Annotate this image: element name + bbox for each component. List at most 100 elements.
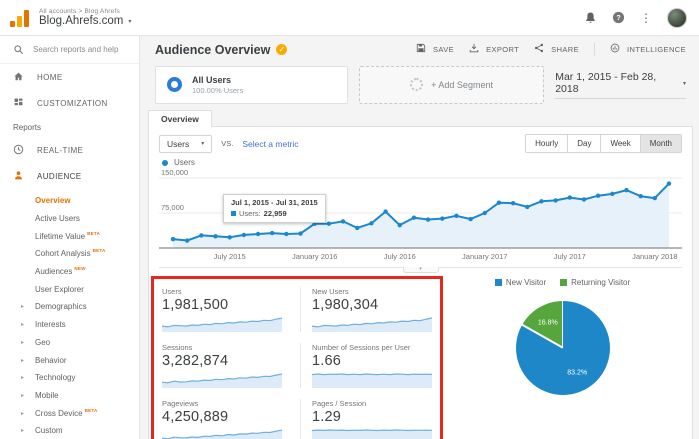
help-icon[interactable]: ?: [612, 11, 625, 24]
legend-square-icon: [495, 279, 502, 286]
notifications-bell-icon[interactable]: [584, 11, 597, 24]
chart-point: [454, 214, 458, 218]
pie-slice-value-label: 83.2%: [567, 370, 587, 377]
save-icon: [416, 43, 429, 56]
sidebar-item-label: Active Users: [35, 214, 80, 223]
avatar[interactable]: [667, 8, 687, 28]
sidebar-item-label: Mobile: [35, 391, 59, 400]
chart-point: [497, 201, 501, 205]
tooltip-series-square-icon: [231, 211, 236, 216]
chart-collapse-toggle[interactable]: ▾: [403, 267, 439, 273]
sidebar-item-active-users[interactable]: Active Users: [0, 210, 139, 228]
pie-slice-value-label: 16.8%: [538, 319, 558, 326]
page-title: Audience Overview ✓: [155, 43, 287, 57]
sidebar-item-label: AUDIENCE: [37, 172, 82, 181]
date-range-picker[interactable]: Mar 1, 2015 - Feb 28, 2018 ▾: [555, 71, 686, 99]
account-switcher[interactable]: Blog.Ahrefs.com ▾: [39, 15, 131, 27]
chart-point: [369, 221, 373, 225]
search-bar[interactable]: [0, 36, 139, 64]
badge-beta: BETA: [87, 231, 100, 236]
tab-overview[interactable]: Overview: [148, 110, 212, 127]
sidebar-item-customization[interactable]: CUSTOMIZATION: [0, 90, 139, 116]
scorecard-number-of-sessions-per-user[interactable]: Number of Sessions per User1.66: [300, 343, 438, 388]
sidebar-item-cross-device[interactable]: ▸Cross DeviceBETA: [0, 404, 139, 422]
scorecard-sparkline: [312, 427, 432, 439]
sidebar: HOMECUSTOMIZATION Reports REAL-TIMEAUDIE…: [0, 36, 140, 439]
x-axis-tick-label: January 2016: [292, 252, 337, 261]
metric-dropdown[interactable]: Users ▾: [159, 135, 212, 153]
chart-point: [525, 205, 529, 209]
granularity-month[interactable]: Month: [640, 135, 681, 152]
scorecard-pages-session[interactable]: Pages / Session1.29: [300, 399, 438, 439]
save-button[interactable]: SAVE: [416, 43, 454, 56]
verified-check-badge: ✓: [276, 44, 287, 55]
sidebar-item-audiences[interactable]: AudiencesNEW: [0, 263, 139, 281]
chevron-down-icon: ▾: [201, 140, 204, 147]
segment-detail: 100.00% Users: [192, 86, 243, 95]
chart-point: [213, 234, 217, 238]
select-metric-link[interactable]: Select a metric: [242, 139, 298, 149]
pie-legend-new-visitor[interactable]: New Visitor: [495, 278, 546, 287]
granularity-day[interactable]: Day: [567, 135, 600, 152]
timeseries-chart[interactable]: Users 75,000150,000July 2015January 2016…: [159, 153, 682, 268]
scorecard-pageviews[interactable]: Pageviews4,250,889: [162, 399, 300, 439]
segment-name: All Users: [192, 75, 243, 85]
sidebar-item-home[interactable]: HOME: [0, 64, 139, 90]
y-axis-tick-label: 150,000: [161, 170, 188, 177]
scorecard-new-users[interactable]: New Users1,980,304: [300, 287, 438, 332]
sidebar-item-label: Geo: [35, 338, 50, 347]
scorecard-label: Sessions: [162, 343, 292, 352]
account-name: Blog.Ahrefs.com: [39, 15, 123, 27]
export-button[interactable]: EXPORT: [469, 43, 519, 56]
tooltip-date-range: Jul 1, 2015 - Jul 31, 2015: [231, 198, 318, 207]
granularity-hourly[interactable]: Hourly: [526, 135, 567, 152]
chart-point: [242, 233, 246, 237]
scorecard-sparkline: [162, 427, 282, 439]
sidebar-item-mobile[interactable]: ▸Mobile: [0, 387, 139, 405]
segment-all-users[interactable]: All Users 100.00% Users: [155, 66, 348, 104]
sidebar-item-real-time[interactable]: REAL-TIME: [0, 137, 139, 163]
sidebar-item-audience[interactable]: AUDIENCE: [0, 163, 139, 189]
sidebar-item-label: CUSTOMIZATION: [37, 99, 108, 108]
sidebar-item-geo[interactable]: ▸Geo: [0, 334, 139, 352]
search-input[interactable]: [33, 45, 133, 54]
chart-point: [653, 196, 657, 200]
sidebar-item-label: Cross Device: [35, 409, 83, 418]
share-button[interactable]: SHARE: [534, 43, 579, 56]
sidebar-item-behavior[interactable]: ▸Behavior: [0, 351, 139, 369]
search-icon: [13, 44, 24, 55]
sidebar-item-overview[interactable]: Overview: [0, 192, 139, 210]
sidebar-item-cohort-analysis[interactable]: Cohort AnalysisBETA: [0, 245, 139, 263]
sidebar-item-interests[interactable]: ▸Interests: [0, 316, 139, 334]
users-series-dot-icon: [162, 160, 168, 166]
sidebar-item-technology[interactable]: ▸Technology: [0, 369, 139, 387]
sidebar-item-user-explorer[interactable]: User Explorer: [0, 280, 139, 298]
chart-point: [624, 188, 628, 192]
pie-legend-returning-visitor[interactable]: Returning Visitor: [560, 278, 630, 287]
badge-beta: BETA: [85, 408, 98, 413]
more-vertical-icon[interactable]: ⋮: [640, 11, 652, 25]
chart-point: [638, 194, 642, 198]
sidebar-item-demographics[interactable]: ▸Demographics: [0, 298, 139, 316]
intelligence-button[interactable]: INTELLIGENCE: [610, 43, 686, 56]
breadcrumb[interactable]: All accounts > Blog Ahrefs: [39, 8, 131, 15]
sidebar-item-custom[interactable]: ▸Custom: [0, 422, 139, 439]
app-top-bar: All accounts > Blog Ahrefs Blog.Ahrefs.c…: [0, 0, 699, 36]
sidebar-item-lifetime-value[interactable]: Lifetime ValueBETA: [0, 227, 139, 245]
granularity-week[interactable]: Week: [600, 135, 639, 152]
x-axis-tick-label: January 2018: [632, 252, 677, 261]
analytics-logo-icon[interactable]: [10, 9, 29, 27]
scorecard-users[interactable]: Users1,981,500: [162, 287, 300, 332]
add-segment-button[interactable]: + Add Segment: [359, 66, 544, 104]
metrics-scoreboard-highlighted: Users1,981,500New Users1,980,304Sessions…: [151, 276, 443, 439]
scorecard-label: Pages / Session: [312, 399, 430, 408]
chart-toolbar: Users ▾ vs. Select a metric HourlyDayWee…: [159, 127, 682, 153]
visitor-type-pie-chart[interactable]: 83.2% 16.8%: [516, 301, 610, 395]
scorecard-sparkline: [312, 371, 432, 388]
action-label: SAVE: [433, 45, 454, 54]
vs-label: vs.: [221, 139, 233, 148]
dotted-circle-icon: [410, 78, 423, 91]
chart-legend: Users: [159, 153, 682, 170]
chart-point: [398, 223, 402, 227]
scorecard-sessions[interactable]: Sessions3,282,874: [162, 343, 300, 388]
